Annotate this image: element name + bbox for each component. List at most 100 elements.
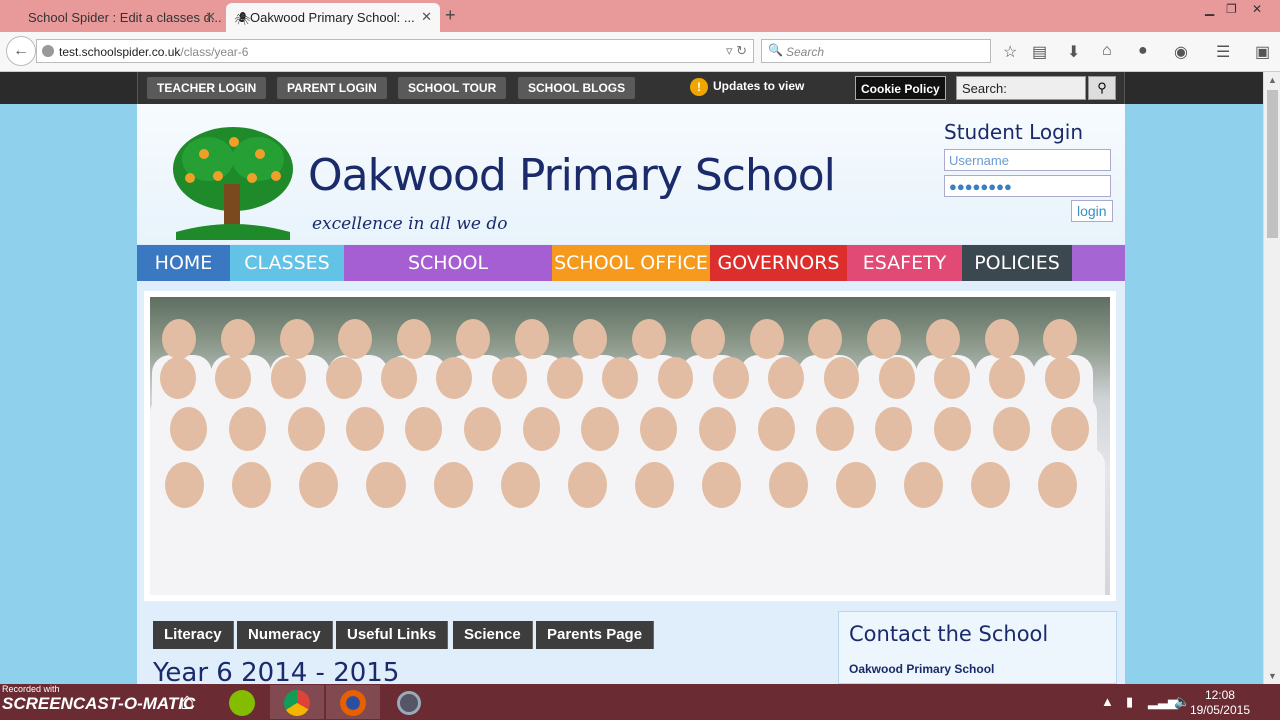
subnav-science[interactable]: Science bbox=[453, 621, 533, 649]
system-clock[interactable]: 12:08 19/05/2015 bbox=[1190, 688, 1250, 718]
photo-face bbox=[338, 319, 373, 359]
scroll-down-icon[interactable]: ▼ bbox=[1268, 671, 1277, 681]
photo-face bbox=[690, 319, 725, 359]
photo-face bbox=[279, 319, 314, 359]
photo-figure bbox=[289, 503, 356, 595]
photo-face bbox=[346, 407, 384, 451]
photo-figure bbox=[625, 503, 691, 595]
window-close-icon[interactable]: ✕ bbox=[1252, 2, 1262, 16]
updates-link[interactable]: ! Updates to view bbox=[690, 78, 804, 96]
student-login-title: Student Login bbox=[944, 120, 1084, 144]
contact-panel: Contact the School Oakwood Primary Schoo… bbox=[838, 611, 1117, 684]
chat-icon[interactable]: ● bbox=[1138, 42, 1148, 60]
reading-list-icon[interactable]: ▤ bbox=[1032, 42, 1047, 62]
scroll-thumb[interactable] bbox=[1267, 90, 1278, 238]
alert-icon: ! bbox=[690, 78, 708, 96]
photo-face bbox=[455, 319, 490, 359]
photo-figure bbox=[826, 503, 893, 595]
clock-date: 19/05/2015 bbox=[1189, 703, 1250, 717]
username-input[interactable]: Username bbox=[944, 149, 1111, 171]
subnav-literacy[interactable]: Literacy bbox=[153, 621, 234, 649]
photo-face bbox=[602, 357, 639, 399]
page-scrollbar[interactable]: ▲ ▼ bbox=[1263, 72, 1280, 684]
parent-login-button[interactable]: PARENT LOGIN bbox=[277, 77, 387, 99]
photo-face bbox=[878, 357, 915, 399]
photo-face bbox=[933, 407, 972, 451]
chrome-icon[interactable] bbox=[270, 685, 324, 719]
nav-home[interactable]: HOME bbox=[137, 245, 230, 281]
photo-figure bbox=[222, 503, 289, 595]
school-blogs-button[interactable]: SCHOOL BLOGS bbox=[518, 77, 636, 99]
maximize-icon[interactable]: ❐ bbox=[1226, 2, 1237, 16]
nav-esafety[interactable]: ESAFETY bbox=[847, 245, 962, 281]
subnav-useful-links[interactable]: Useful Links bbox=[336, 621, 449, 649]
photo-face bbox=[1043, 319, 1078, 359]
menu-icon[interactable]: ☰ bbox=[1216, 42, 1230, 62]
watermark-big: SCREENCAST-O-MATIC bbox=[2, 694, 196, 713]
photo-face bbox=[522, 407, 560, 451]
photo-face bbox=[768, 357, 804, 399]
password-input[interactable]: ●●●●●●●● bbox=[944, 175, 1111, 197]
photo-face bbox=[215, 357, 251, 399]
tab-school-spider[interactable]: School Spider : Edit a classes d... ✕ bbox=[4, 3, 224, 32]
photo-figure bbox=[692, 503, 759, 595]
nav-governors[interactable]: GOVERNORS bbox=[710, 245, 847, 281]
bookmark-star-icon[interactable]: ☆ bbox=[1003, 42, 1017, 62]
tab-title: School Spider : Edit a classes d... bbox=[28, 10, 222, 25]
nav-policies[interactable]: POLICIES bbox=[962, 245, 1072, 281]
nav-more[interactable] bbox=[1072, 245, 1125, 281]
photo-face bbox=[1037, 462, 1077, 508]
photo-face bbox=[992, 407, 1030, 451]
photo-face bbox=[436, 357, 473, 399]
addon-icon[interactable]: ◉ bbox=[1174, 42, 1188, 62]
back-arrow-icon[interactable]: ← bbox=[6, 36, 36, 66]
tab-title: Oakwood Primary School: ... bbox=[250, 10, 415, 25]
class-photo-frame bbox=[144, 291, 1116, 601]
cookie-policy-button[interactable]: Cookie Policy bbox=[855, 76, 946, 100]
spider-icon: 🕷 bbox=[234, 11, 251, 26]
site-search-input[interactable]: Search: bbox=[956, 76, 1086, 100]
search-placeholder: Search bbox=[786, 45, 825, 59]
photo-figure bbox=[423, 503, 490, 595]
main-navigation: HOME CLASSES SCHOOL INFORMATION SCHOOL O… bbox=[137, 245, 1125, 310]
nav-classes[interactable]: CLASSES bbox=[230, 245, 344, 281]
photo-face bbox=[381, 357, 417, 399]
screencast-app-icon[interactable] bbox=[382, 685, 436, 719]
photo-face bbox=[232, 462, 272, 508]
photo-face bbox=[500, 462, 540, 508]
firefox-icon[interactable] bbox=[326, 685, 380, 719]
tab-oakwood[interactable]: 🕷 Oakwood Primary School: ... ✕ bbox=[226, 3, 440, 32]
scroll-up-icon[interactable]: ▲ bbox=[1268, 75, 1277, 85]
login-button[interactable]: login bbox=[1071, 200, 1113, 222]
sidebar-icon[interactable]: ▣ bbox=[1255, 42, 1270, 62]
photo-face bbox=[397, 319, 431, 359]
download-icon[interactable]: ⬇ bbox=[1067, 42, 1080, 62]
minimize-icon[interactable]: ▁ bbox=[1205, 2, 1214, 16]
address-bar[interactable]: test.schoolspider.co.uk/class/year-6 ▿ ↻ bbox=[36, 39, 754, 63]
battery-icon[interactable]: ▮ bbox=[1126, 694, 1133, 710]
school-tour-button[interactable]: SCHOOL TOUR bbox=[398, 77, 507, 99]
nav-school-information[interactable]: SCHOOL INFORMATION bbox=[344, 245, 552, 310]
new-tab-icon[interactable]: + bbox=[445, 5, 456, 26]
site-search-button[interactable]: ⚲ bbox=[1088, 76, 1116, 100]
nav-school-office[interactable]: SCHOOL OFFICE bbox=[552, 245, 710, 281]
photo-face bbox=[712, 357, 749, 399]
close-icon[interactable]: ✕ bbox=[421, 9, 432, 25]
tray-expand-icon[interactable]: ▲ bbox=[1101, 694, 1114, 709]
close-icon[interactable]: ✕ bbox=[205, 9, 216, 25]
browser-search-input[interactable]: 🔍 Search bbox=[761, 39, 991, 63]
photo-face bbox=[573, 319, 608, 359]
reload-icon[interactable]: ▿ ↻ bbox=[726, 43, 747, 59]
favicon-icon bbox=[12, 11, 24, 23]
teacher-login-button[interactable]: TEACHER LOGIN bbox=[147, 77, 267, 99]
subnav-parents-page[interactable]: Parents Page bbox=[536, 621, 655, 649]
subnav-numeracy[interactable]: Numeracy bbox=[237, 621, 333, 649]
spotify-icon[interactable] bbox=[215, 685, 269, 719]
photo-face bbox=[287, 407, 325, 451]
info-icon[interactable] bbox=[42, 45, 54, 57]
url-path: /class/year-6 bbox=[180, 45, 249, 59]
search-icon: ⚲ bbox=[1097, 80, 1107, 95]
school-title[interactable]: Oakwood Primary School bbox=[308, 150, 836, 201]
home-icon[interactable]: ⌂ bbox=[1102, 42, 1112, 60]
volume-icon[interactable]: 🔈 bbox=[1174, 694, 1190, 710]
